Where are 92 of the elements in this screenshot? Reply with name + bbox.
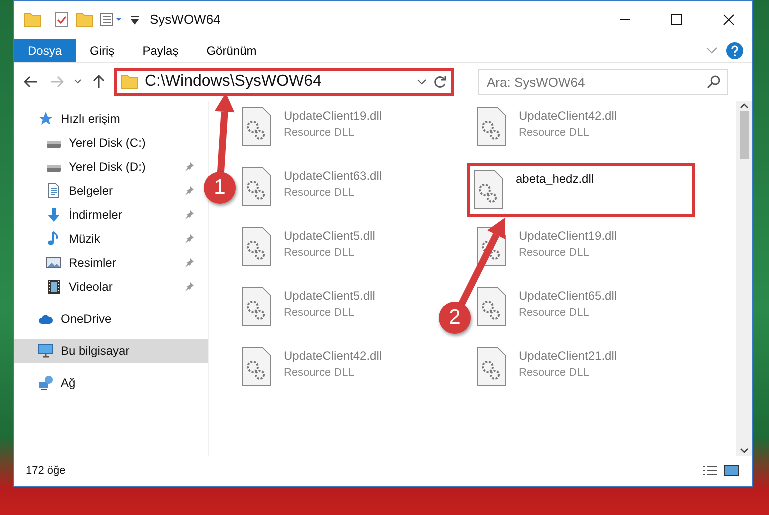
file-name: UpdateClient19.dll [284,108,382,125]
chevron-up-icon[interactable] [740,103,748,109]
folder-icon[interactable] [76,11,94,29]
film-strip-icon [46,279,62,295]
folder-icon [121,73,139,91]
file-gears-icon [474,170,504,210]
address-path: C:\Windows\SysWOW64 [145,72,323,92]
properties-icon[interactable] [100,12,124,28]
file-name: UpdateClient21.dll [519,348,618,365]
pin-icon[interactable] [184,210,194,220]
file-name: UpdateClient5.dll [284,228,376,245]
pin-icon[interactable] [184,186,194,196]
sidebar-item[interactable]: Bu bilgisayar [14,339,208,363]
file-item[interactable]: UpdateClient19.dll Resource DLL [238,103,386,151]
back-arrow-icon [24,76,38,88]
file-item[interactable]: UpdateClient42.dll Resource DLL [238,343,386,391]
address-bar[interactable]: C:\Windows\SysWOW64 [114,68,454,96]
scrollbar-thumb[interactable] [740,111,748,159]
maximize-icon [671,14,683,26]
file-item[interactable]: UpdateClient63.dll Resource DLL [238,163,386,211]
window-title: SysWOW64 [150,11,221,30]
ribbon-tab[interactable]: Paylaş [128,39,193,62]
pin-icon[interactable] [184,258,194,268]
network-icon [38,375,54,391]
file-name: UpdateClient5.dll [284,288,376,305]
help-icon[interactable] [726,42,744,60]
ribbon-tab[interactable]: Giriş [76,39,129,62]
file-gears-icon [242,227,272,267]
file-gears-icon [477,107,507,147]
computer-icon [38,343,54,359]
file-type: Resource DLL [284,126,356,141]
pin-icon[interactable] [184,234,194,244]
file-menu-tab[interactable]: Dosya [14,39,76,62]
sidebar-item[interactable]: Videolar [14,275,200,299]
chevron-down-icon[interactable] [417,79,427,85]
file-gears-icon [477,347,507,387]
file-name: UpdateClient42.dll [284,348,382,365]
picture-icon [46,255,62,271]
file-type: Resource DLL [284,366,356,381]
chevron-down-icon[interactable] [740,448,748,454]
refresh-icon[interactable] [433,75,447,89]
file-type: Resource DLL [284,306,356,321]
file-gears-icon [242,167,272,207]
close-icon [723,14,735,26]
sidebar-item[interactable]: OneDrive [14,307,200,331]
file-name: UpdateClient63.dll [284,168,382,185]
file-gears-icon [242,107,272,147]
up-arrow-icon [93,75,105,89]
file-item[interactable]: UpdateClient42.dll Resource DLL [473,103,622,151]
file-name: UpdateClient19.dll [519,228,618,245]
item-count: 172 öğe [26,464,67,479]
sidebar-item[interactable]: Yerel Disk (D:) [14,155,200,179]
checklist-icon[interactable] [54,11,70,29]
document-icon [46,183,62,199]
sidebar-item[interactable]: Belgeler [14,179,200,203]
file-type: Resource DLL [284,246,356,261]
star-icon [38,111,54,127]
ribbon-tab[interactable]: Görünüm [192,39,271,62]
pin-icon[interactable] [184,282,194,292]
details-view-icon[interactable] [702,465,718,477]
file-item[interactable]: UpdateClient21.dll Resource DLL [473,343,622,391]
file-name: UpdateClient42.dll [519,108,618,125]
dropdown-icon[interactable] [130,14,140,26]
file-name: abeta_hedz.dll [516,171,594,188]
file-item[interactable]: UpdateClient5.dll Resource DLL [238,283,380,331]
file-item[interactable]: UpdateClient65.dll Resource DLL [473,283,622,331]
file-type: Resource DLL [519,306,590,321]
file-gears-icon [242,287,272,327]
scrollbar[interactable] [736,101,752,456]
sidebar-item[interactable]: Resimler [14,251,200,275]
file-name: UpdateClient65.dll [519,288,618,305]
sidebar-item[interactable]: Yerel Disk (C:) [14,131,200,155]
file-gears-icon [477,287,507,327]
pin-icon[interactable] [184,162,194,172]
sidebar-item[interactable]: Hızlı erişim [14,107,200,131]
file-type: Resource DLL [519,246,590,261]
forward-arrow-icon [50,76,64,88]
chevron-down-icon [74,79,82,85]
file-item[interactable]: abeta_hedz.dll [467,163,695,217]
file-type: Resource DLL [519,126,590,141]
file-type: Resource DLL [519,366,590,381]
sidebar-item[interactable]: İndirmeler [14,203,200,227]
sidebar-item[interactable]: Ağ [14,371,200,395]
file-gears-icon [242,347,272,387]
folder-icon[interactable] [24,11,42,29]
file-item[interactable]: UpdateClient5.dll Resource DLL [238,223,380,271]
search-icon[interactable] [707,75,721,89]
search-field[interactable]: Ara: SysWOW64 [478,69,728,95]
file-type: Resource DLL [284,186,356,201]
tiles-view-icon[interactable] [724,465,740,477]
down-arrow-icon [46,207,62,223]
sidebar-item[interactable]: Müzik [14,227,200,251]
